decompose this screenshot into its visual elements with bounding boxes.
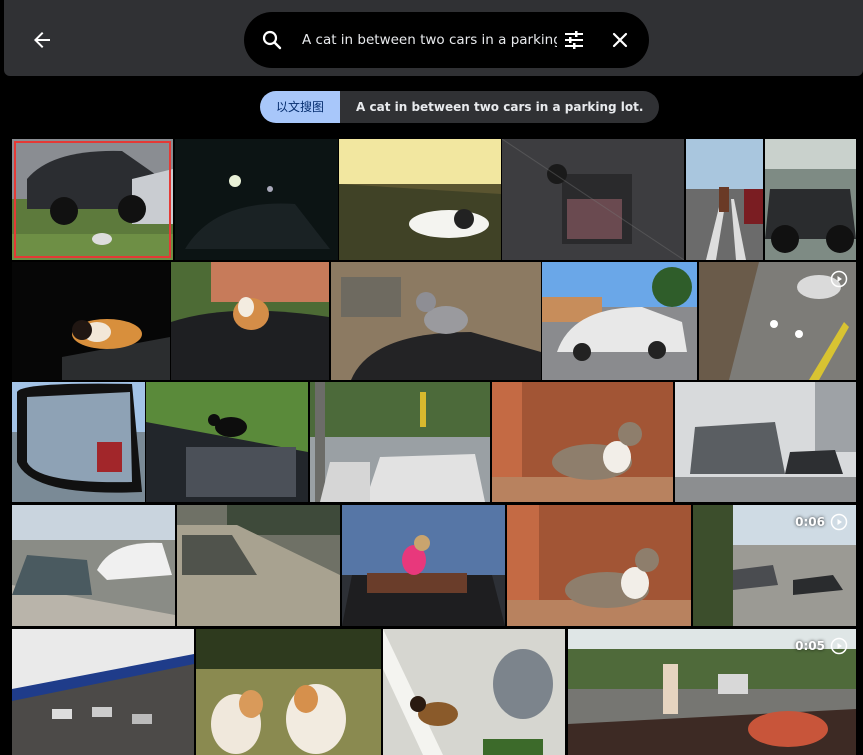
result-thumbnail bbox=[146, 382, 308, 502]
result-image[interactable] bbox=[175, 139, 338, 260]
result-thumbnail bbox=[177, 505, 340, 626]
tune-filter-icon[interactable] bbox=[562, 28, 586, 52]
result-image[interactable] bbox=[675, 382, 856, 502]
result-video[interactable] bbox=[699, 262, 856, 380]
search-icon bbox=[262, 30, 282, 50]
result-image[interactable] bbox=[339, 139, 501, 260]
result-thumbnail bbox=[310, 382, 490, 502]
result-thumbnail bbox=[12, 382, 145, 502]
search-box bbox=[244, 12, 649, 68]
video-duration: 0:06 bbox=[795, 515, 825, 529]
result-image[interactable] bbox=[146, 382, 308, 502]
close-icon[interactable] bbox=[608, 28, 632, 52]
query-chip[interactable]: A cat in between two cars in a parking l… bbox=[340, 91, 660, 123]
result-image[interactable] bbox=[686, 139, 763, 260]
result-thumbnail bbox=[686, 139, 763, 260]
result-thumbnail bbox=[339, 139, 501, 260]
result-image[interactable] bbox=[177, 505, 340, 626]
back-button[interactable] bbox=[26, 24, 58, 56]
video-indicator: 0:05 bbox=[795, 637, 848, 655]
result-thumbnail bbox=[765, 139, 856, 260]
result-thumbnail bbox=[342, 505, 505, 626]
result-image[interactable] bbox=[502, 139, 684, 260]
video-indicator bbox=[825, 270, 848, 288]
result-image[interactable] bbox=[765, 139, 856, 260]
result-thumbnail bbox=[675, 382, 856, 502]
result-image[interactable] bbox=[12, 505, 175, 626]
result-image[interactable] bbox=[12, 139, 173, 260]
play-circle-icon bbox=[830, 270, 848, 288]
text-to-image-chip[interactable]: 以文搜图 bbox=[260, 91, 341, 123]
result-video[interactable]: 0:05 bbox=[568, 629, 856, 755]
result-image[interactable] bbox=[542, 262, 697, 380]
result-image[interactable] bbox=[310, 382, 490, 502]
result-thumbnail bbox=[492, 382, 673, 502]
result-image[interactable] bbox=[507, 505, 691, 626]
result-thumbnail bbox=[12, 262, 170, 380]
result-image[interactable] bbox=[12, 262, 170, 380]
query-chips: 以文搜图 A cat in between two cars in a park… bbox=[260, 91, 660, 123]
result-thumbnail bbox=[12, 629, 194, 755]
search-input[interactable] bbox=[302, 26, 557, 54]
play-circle-icon bbox=[830, 637, 848, 655]
result-video[interactable]: 0:06 bbox=[693, 505, 856, 626]
result-thumbnail bbox=[383, 629, 565, 755]
result-image[interactable] bbox=[342, 505, 505, 626]
result-thumbnail bbox=[175, 139, 338, 260]
result-image[interactable] bbox=[12, 629, 194, 755]
result-thumbnail bbox=[12, 505, 175, 626]
result-image[interactable] bbox=[383, 629, 565, 755]
result-thumbnail bbox=[507, 505, 691, 626]
result-thumbnail bbox=[171, 262, 329, 380]
arrow-back-icon bbox=[34, 32, 50, 48]
result-thumbnail bbox=[502, 139, 684, 260]
result-image[interactable] bbox=[171, 262, 329, 380]
top-app-bar bbox=[4, 0, 863, 76]
result-image[interactable] bbox=[12, 382, 145, 502]
video-duration: 0:05 bbox=[795, 639, 825, 653]
result-thumbnail bbox=[12, 139, 173, 260]
result-thumbnail bbox=[331, 262, 541, 380]
result-image[interactable] bbox=[492, 382, 673, 502]
video-indicator: 0:06 bbox=[795, 513, 848, 531]
result-thumbnail bbox=[542, 262, 697, 380]
result-image[interactable] bbox=[196, 629, 381, 755]
result-image[interactable] bbox=[331, 262, 541, 380]
play-circle-icon bbox=[830, 513, 848, 531]
result-thumbnail bbox=[196, 629, 381, 755]
